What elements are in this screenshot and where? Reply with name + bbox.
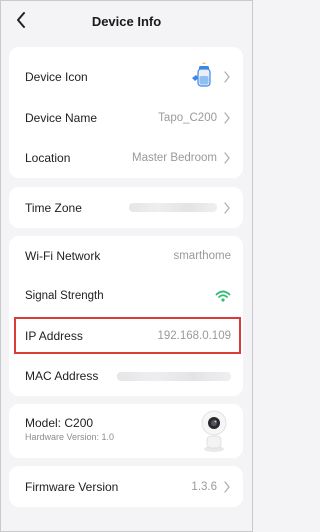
wifi-network-label: Wi-Fi Network bbox=[25, 249, 101, 263]
location-row[interactable]: Location Master Bedroom bbox=[9, 138, 243, 178]
time-zone-row[interactable]: Time Zone bbox=[9, 187, 243, 228]
hardware-version-label: Hardware Version: 1.0 bbox=[25, 432, 115, 442]
ip-address-highlight bbox=[14, 317, 241, 354]
camera-icon bbox=[199, 409, 229, 458]
model-card: Model: C200 Hardware Version: 1.0 bbox=[9, 404, 243, 458]
time-zone-label: Time Zone bbox=[25, 200, 82, 215]
wifi-network-row: Wi-Fi Network smarthome bbox=[9, 236, 243, 276]
device-name-label: Device Name bbox=[25, 111, 98, 125]
network-card: Wi-Fi Network smarthome Signal Strength … bbox=[9, 236, 243, 396]
page-title: Device Info bbox=[91, 13, 162, 29]
device-name-value: Tapo_C200 bbox=[158, 112, 217, 124]
chevron-right-icon bbox=[224, 71, 230, 83]
mac-address-row: MAC Address bbox=[9, 356, 243, 396]
signal-strength-label: Signal Strength bbox=[25, 290, 104, 302]
time-zone-card: Time Zone bbox=[9, 187, 243, 228]
wifi-signal-icon bbox=[215, 290, 231, 302]
device-card: Device Icon Device Name Tapo_C200 Locati… bbox=[9, 47, 243, 178]
signal-strength-row: Signal Strength bbox=[9, 276, 243, 316]
wifi-network-value: smarthome bbox=[173, 250, 231, 262]
chevron-right-icon bbox=[224, 112, 230, 124]
firmware-version-label: Firmware Version bbox=[25, 479, 119, 494]
model-info: Model: C200 Hardware Version: 1.0 bbox=[25, 416, 114, 442]
chevron-right-icon bbox=[224, 152, 230, 164]
firmware-version-row[interactable]: Firmware Version 1.3.6 bbox=[9, 466, 243, 507]
location-value: Master Bedroom bbox=[131, 152, 217, 164]
mac-address-label: MAC Address bbox=[25, 369, 99, 383]
chevron-left-icon bbox=[17, 12, 25, 28]
device-name-row[interactable]: Device Name Tapo_C200 bbox=[9, 98, 243, 138]
device-icon-row[interactable]: Device Icon bbox=[9, 57, 243, 97]
chevron-right-icon bbox=[224, 201, 230, 214]
device-icon-label: Device Icon bbox=[25, 70, 88, 84]
model-label: Model: C200 bbox=[25, 416, 94, 430]
firmware-version-value: 1.3.6 bbox=[191, 480, 217, 493]
header: Device Info bbox=[0, 0, 253, 42]
back-button[interactable] bbox=[12, 11, 30, 29]
location-label: Location bbox=[25, 151, 71, 165]
firmware-card: Firmware Version 1.3.6 bbox=[9, 466, 243, 507]
time-zone-value-redacted bbox=[129, 203, 217, 212]
mac-address-value-redacted bbox=[117, 371, 231, 381]
chevron-right-icon bbox=[224, 480, 230, 493]
baby-bottle-icon bbox=[189, 62, 217, 93]
